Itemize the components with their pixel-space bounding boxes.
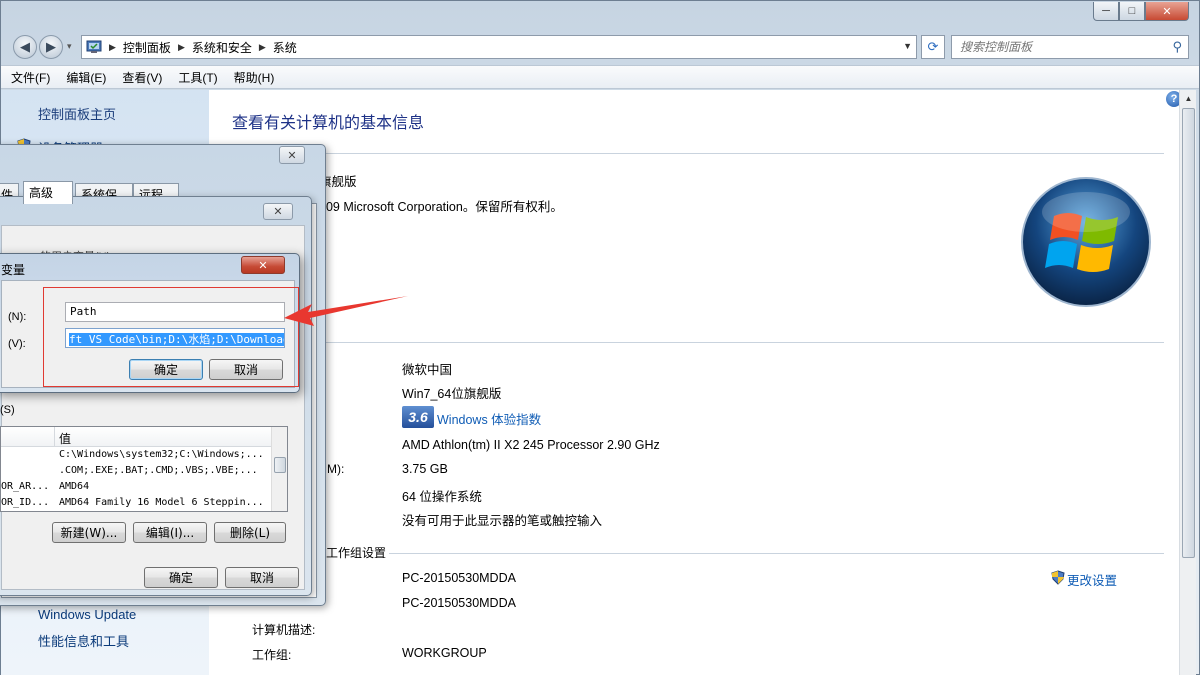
row-value: C:\Windows\system32;C:\Windows;...: [59, 449, 264, 460]
title-bar[interactable]: ─ □ ✕: [1, 1, 1199, 31]
breadcrumb-separator[interactable]: ▶: [178, 42, 185, 53]
experience-score-badge[interactable]: 3.6: [402, 406, 434, 428]
pen-touch-value: 没有可用于此显示器的笔或触控输入: [402, 514, 603, 528]
variable-value-label: (V):: [8, 338, 26, 350]
computer-name-value: PC-20150530MDDA: [402, 571, 516, 585]
close-icon: ✕: [273, 206, 283, 218]
refresh-icon: ⟳: [927, 39, 939, 54]
delete-variable-button[interactable]: 删除(L): [214, 522, 286, 543]
dialog-close-button[interactable]: ✕: [241, 256, 285, 274]
row-variable: OR_AR...: [1, 481, 50, 492]
divider: [232, 342, 1164, 343]
model-value: Win7_64位旗舰版: [402, 387, 502, 401]
row-variable: OR_ID...: [1, 497, 50, 508]
back-button[interactable]: ◀: [13, 35, 37, 59]
system-type-value: 64 位操作系统: [402, 490, 482, 504]
breadcrumb-control-panel[interactable]: 控制面板: [123, 39, 171, 56]
address-bar[interactable]: ▶ 控制面板 ▶ 系统和安全 ▶ 系统 ▼: [81, 35, 917, 59]
workgroup-value: WORKGROUP: [402, 646, 487, 660]
computer-description-label: 计算机描述:: [252, 623, 316, 637]
nav-control-panel-home[interactable]: 控制面板主页: [38, 104, 116, 123]
search-input[interactable]: [960, 40, 1160, 54]
arrow-left-icon: ◀: [20, 39, 30, 54]
variable-name-label: (N):: [8, 311, 27, 323]
refresh-button[interactable]: ⟳: [921, 35, 945, 59]
menu-file[interactable]: 文件(F): [11, 69, 50, 86]
dialog-title: 变量: [1, 263, 26, 277]
breadcrumb-separator[interactable]: ▶: [259, 42, 266, 53]
divider: [232, 153, 1164, 154]
maximize-button[interactable]: □: [1119, 2, 1145, 21]
list-item[interactable]: OR_ID... AMD64 Family 16 Model 6 Steppin.…: [1, 497, 271, 511]
new-variable-button[interactable]: 新建(W)...: [52, 522, 126, 543]
vertical-scrollbar[interactable]: ▲: [1179, 90, 1196, 675]
menu-help[interactable]: 帮助(H): [234, 69, 275, 86]
tab-advanced[interactable]: 高级: [23, 181, 73, 204]
breadcrumb-separator[interactable]: ▶: [109, 42, 116, 53]
divider: [389, 553, 1164, 554]
minimize-button[interactable]: ─: [1093, 2, 1119, 21]
breadcrumb-system-security[interactable]: 系统和安全: [192, 39, 252, 56]
scroll-up-arrow[interactable]: ▲: [1180, 90, 1197, 107]
env-cancel-button[interactable]: 取消: [225, 567, 299, 588]
list-item[interactable]: OR_AR... AMD64: [1, 481, 271, 497]
search-icon[interactable]: ⚲: [1172, 39, 1182, 55]
dialog-close-button[interactable]: ✕: [279, 146, 305, 164]
workgroup-section-heading: 工作组设置: [326, 546, 387, 560]
list-item[interactable]: .COM;.EXE;.BAT;.CMD;.VBS;.VBE;...: [1, 465, 271, 481]
page-title: 查看有关计算机的基本信息: [232, 115, 425, 132]
row-value: AMD64: [59, 481, 90, 492]
experience-index-link[interactable]: Windows 体验指数: [437, 409, 541, 428]
arrow-right-icon: ▶: [46, 39, 56, 54]
manufacturer-value: 微软中国: [402, 363, 453, 377]
search-box[interactable]: ⚲: [951, 35, 1189, 59]
scrollbar-thumb[interactable]: [274, 457, 286, 473]
processor-value: AMD Athlon(tm) II X2 245 Processor 2.90 …: [402, 438, 660, 452]
ram-value: 3.75 GB: [402, 462, 448, 476]
ram-label: M):: [327, 462, 345, 476]
change-settings-link[interactable]: 更改设置: [1051, 570, 1117, 589]
column-header-variable[interactable]: [1, 427, 55, 447]
list-item[interactable]: C:\Windows\system32;C:\Windows;...: [1, 449, 271, 465]
copyright-value: 009 Microsoft Corporation。保留所有权利。: [319, 200, 563, 214]
windows-logo-icon: [1021, 177, 1151, 307]
full-computer-name-value: PC-20150530MDDA: [402, 596, 516, 610]
menu-bar: 文件(F) 编辑(E) 查看(V) 工具(T) 帮助(H): [1, 65, 1199, 89]
close-icon: ✕: [287, 149, 297, 162]
system-variables-label: (S): [0, 404, 15, 416]
system-variables-list[interactable]: 值 C:\Windows\system32;C:\Windows;... .CO…: [0, 426, 288, 512]
nav-windows-update[interactable]: Windows Update: [38, 607, 136, 622]
menu-edit[interactable]: 编辑(E): [66, 69, 106, 86]
forward-button[interactable]: ▶: [39, 35, 63, 59]
annotation-arrow-icon: [284, 296, 408, 326]
control-panel-icon: [86, 40, 102, 53]
list-scrollbar[interactable]: [271, 427, 287, 511]
workgroup-label: 工作组:: [252, 648, 292, 662]
recent-pages-dropdown[interactable]: ▾: [67, 41, 72, 52]
dialog-close-button[interactable]: ✕: [263, 203, 293, 220]
system-info-content: ? 查看有关计算机的基本信息 旗舰版 009 Microsoft Corpora…: [209, 90, 1182, 675]
chevron-down-icon[interactable]: ▼: [903, 41, 912, 51]
nav-performance-tools[interactable]: 性能信息和工具: [38, 631, 129, 650]
env-ok-button[interactable]: 确定: [144, 567, 218, 588]
navigation-bar: ◀ ▶ ▾ ▶ 控制面板 ▶ 系统和安全 ▶ 系统 ▼ ⟳ ⚲: [1, 31, 1199, 63]
annotation-highlight-box: [43, 287, 299, 387]
menu-view[interactable]: 查看(V): [122, 69, 162, 86]
menu-tools[interactable]: 工具(T): [178, 69, 217, 86]
breadcrumb-system[interactable]: 系统: [273, 39, 297, 56]
row-value: AMD64 Family 16 Model 6 Steppin...: [59, 497, 264, 508]
row-value: .COM;.EXE;.BAT;.CMD;.VBS;.VBE;...: [59, 465, 258, 476]
edit-variable-button[interactable]: 编辑(I)...: [133, 522, 207, 543]
scrollbar-thumb[interactable]: [1182, 108, 1195, 558]
column-header-value[interactable]: 值: [55, 427, 271, 447]
close-button[interactable]: ✕: [1145, 2, 1189, 21]
